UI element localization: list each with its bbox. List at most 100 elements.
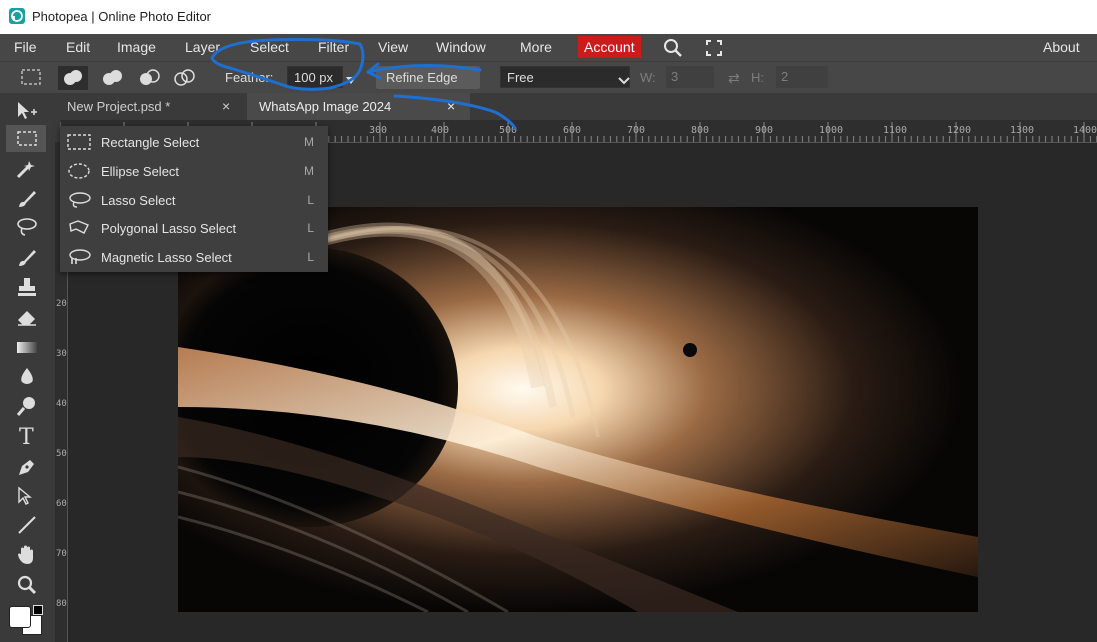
pen-tool-button[interactable]: [6, 453, 46, 480]
ruler-tick-label: 300: [56, 349, 67, 359]
new-selection-icon[interactable]: [58, 66, 88, 90]
lasso-icon: [66, 191, 92, 214]
swap-colors-icon[interactable]: [33, 605, 43, 615]
tab-new-project[interactable]: New Project.psd * ×: [55, 93, 243, 120]
ruler-tick-label: 400: [56, 399, 67, 409]
menu-item-label: Polygonal Lasso Select: [101, 221, 237, 236]
menu-item-label: Rectangle Select: [101, 135, 200, 150]
pen-icon: [19, 460, 34, 475]
polygonal-lasso-icon: [66, 219, 92, 242]
window-title: Photopea | Online Photo Editor: [32, 9, 211, 24]
menu-item-label: Lasso Select: [101, 193, 176, 208]
move-tool-button[interactable]: [6, 97, 46, 124]
magnetic-lasso-icon: [66, 248, 92, 271]
path-select-icon: [18, 486, 32, 505]
width-input[interactable]: 3: [666, 66, 714, 88]
menu-item-label: Ellipse Select: [101, 164, 180, 179]
lasso-tool-button[interactable]: [6, 213, 46, 240]
dodge-tool-button[interactable]: [6, 392, 46, 419]
stamp-tool-button[interactable]: [6, 273, 46, 300]
ruler-tick-label: 1300: [1010, 125, 1035, 136]
menu-item-polygonal-lasso-select[interactable]: Polygonal Lasso Select L: [60, 214, 328, 243]
menu-item-ellipse-select[interactable]: Ellipse Select M: [60, 157, 328, 186]
clone-stamp-icon: [18, 278, 36, 296]
rectangle-select-icon: [17, 131, 37, 146]
line-tool-button[interactable]: [6, 511, 46, 538]
style-select[interactable]: Free: [500, 66, 630, 88]
account-button[interactable]: Account: [578, 36, 641, 58]
photopea-logo-icon: [9, 8, 25, 24]
menu-more[interactable]: More: [520, 39, 552, 55]
ruler-tick-label: 200: [56, 299, 67, 309]
menu-filter[interactable]: Filter: [318, 39, 349, 55]
zoom-tool-button[interactable]: [6, 571, 46, 598]
search-icon[interactable]: [662, 37, 684, 64]
title-bar: Photopea | Online Photo Editor: [0, 0, 1097, 34]
ruler-tick-label: 800: [56, 599, 67, 609]
menu-view[interactable]: View: [378, 39, 408, 55]
marquee-tool-button[interactable]: [6, 125, 46, 152]
shortcut-key: M: [304, 135, 314, 149]
ellipse-select-icon: [66, 162, 92, 185]
color-swatches[interactable]: [6, 603, 52, 639]
width-label: W:: [640, 70, 656, 85]
eraser-icon: [18, 311, 36, 326]
feather-label: Feather:: [225, 70, 274, 85]
gradient-tool-button[interactable]: [6, 333, 46, 360]
menu-bar: File Edit Image Layer Select Filter View…: [0, 34, 1097, 61]
rectangle-select-icon: [66, 133, 92, 156]
gradient-icon: [17, 342, 37, 353]
line-icon: [18, 516, 36, 534]
brush-tool-button[interactable]: [6, 185, 46, 212]
shortcut-key: L: [307, 221, 314, 235]
ruler-tick-label: 700: [627, 125, 646, 136]
menu-edit[interactable]: Edit: [66, 39, 90, 55]
ruler-tick-label: 700: [56, 549, 67, 559]
svg-text:T: T: [19, 425, 34, 448]
menu-about[interactable]: About: [1043, 39, 1080, 55]
close-icon[interactable]: ×: [222, 93, 230, 120]
menu-item-lasso-select[interactable]: Lasso Select L: [60, 186, 328, 215]
path-select-tool-button[interactable]: [6, 482, 46, 509]
eraser-tool-button[interactable]: [6, 303, 46, 330]
pencil-icon: [19, 250, 36, 266]
feather-dropdown-icon[interactable]: [345, 73, 357, 91]
type-tool-button[interactable]: T: [6, 421, 46, 448]
ruler-tick-label: 500: [499, 125, 518, 136]
quick-select-tool-button[interactable]: [6, 155, 46, 182]
ruler-tick-label: 800: [691, 125, 710, 136]
ruler-tick-label: 900: [755, 125, 774, 136]
foreground-color-swatch[interactable]: [9, 606, 31, 628]
rectangle-select-icon[interactable]: [20, 68, 42, 91]
move-tool-icon: [18, 102, 37, 119]
add-selection-icon[interactable]: [98, 66, 128, 95]
blur-tool-button[interactable]: [6, 362, 46, 389]
refine-edge-button[interactable]: Refine Edge: [376, 66, 480, 89]
intersect-selection-icon[interactable]: [170, 66, 200, 95]
options-bar: Feather: 100 px Refine Edge Free W: 3 ⇄ …: [0, 61, 1097, 94]
subtract-selection-icon[interactable]: [135, 66, 165, 95]
menu-item-magnetic-lasso-select[interactable]: Magnetic Lasso Select L: [60, 243, 328, 272]
pencil-tool-button[interactable]: [6, 244, 46, 271]
selection-tools-menu: Rectangle Select M Ellipse Select M Lass…: [60, 126, 328, 272]
menu-image[interactable]: Image: [117, 39, 156, 55]
feather-input[interactable]: 100 px: [287, 66, 343, 88]
ruler-tick-label: 500: [56, 449, 67, 459]
hand-icon: [18, 545, 33, 564]
menu-window[interactable]: Window: [436, 39, 486, 55]
menu-item-rectangle-select[interactable]: Rectangle Select M: [60, 128, 328, 157]
height-input[interactable]: 2: [776, 66, 828, 88]
hand-tool-button[interactable]: [6, 541, 46, 568]
fullscreen-icon[interactable]: [705, 39, 723, 62]
menu-layer[interactable]: Layer: [185, 39, 220, 55]
close-icon[interactable]: ×: [447, 93, 455, 120]
swap-dimensions-icon[interactable]: ⇄: [728, 70, 740, 87]
ruler-tick-label: 1000: [819, 125, 844, 136]
shortcut-key: L: [307, 250, 314, 264]
blur-drop-icon: [21, 368, 33, 384]
menu-file[interactable]: File: [14, 39, 37, 55]
lasso-icon: [17, 218, 37, 236]
ruler-tick-label: 300: [369, 125, 388, 136]
tab-whatsapp-image[interactable]: WhatsApp Image 2024 ×: [247, 93, 470, 120]
menu-select[interactable]: Select: [250, 39, 289, 55]
